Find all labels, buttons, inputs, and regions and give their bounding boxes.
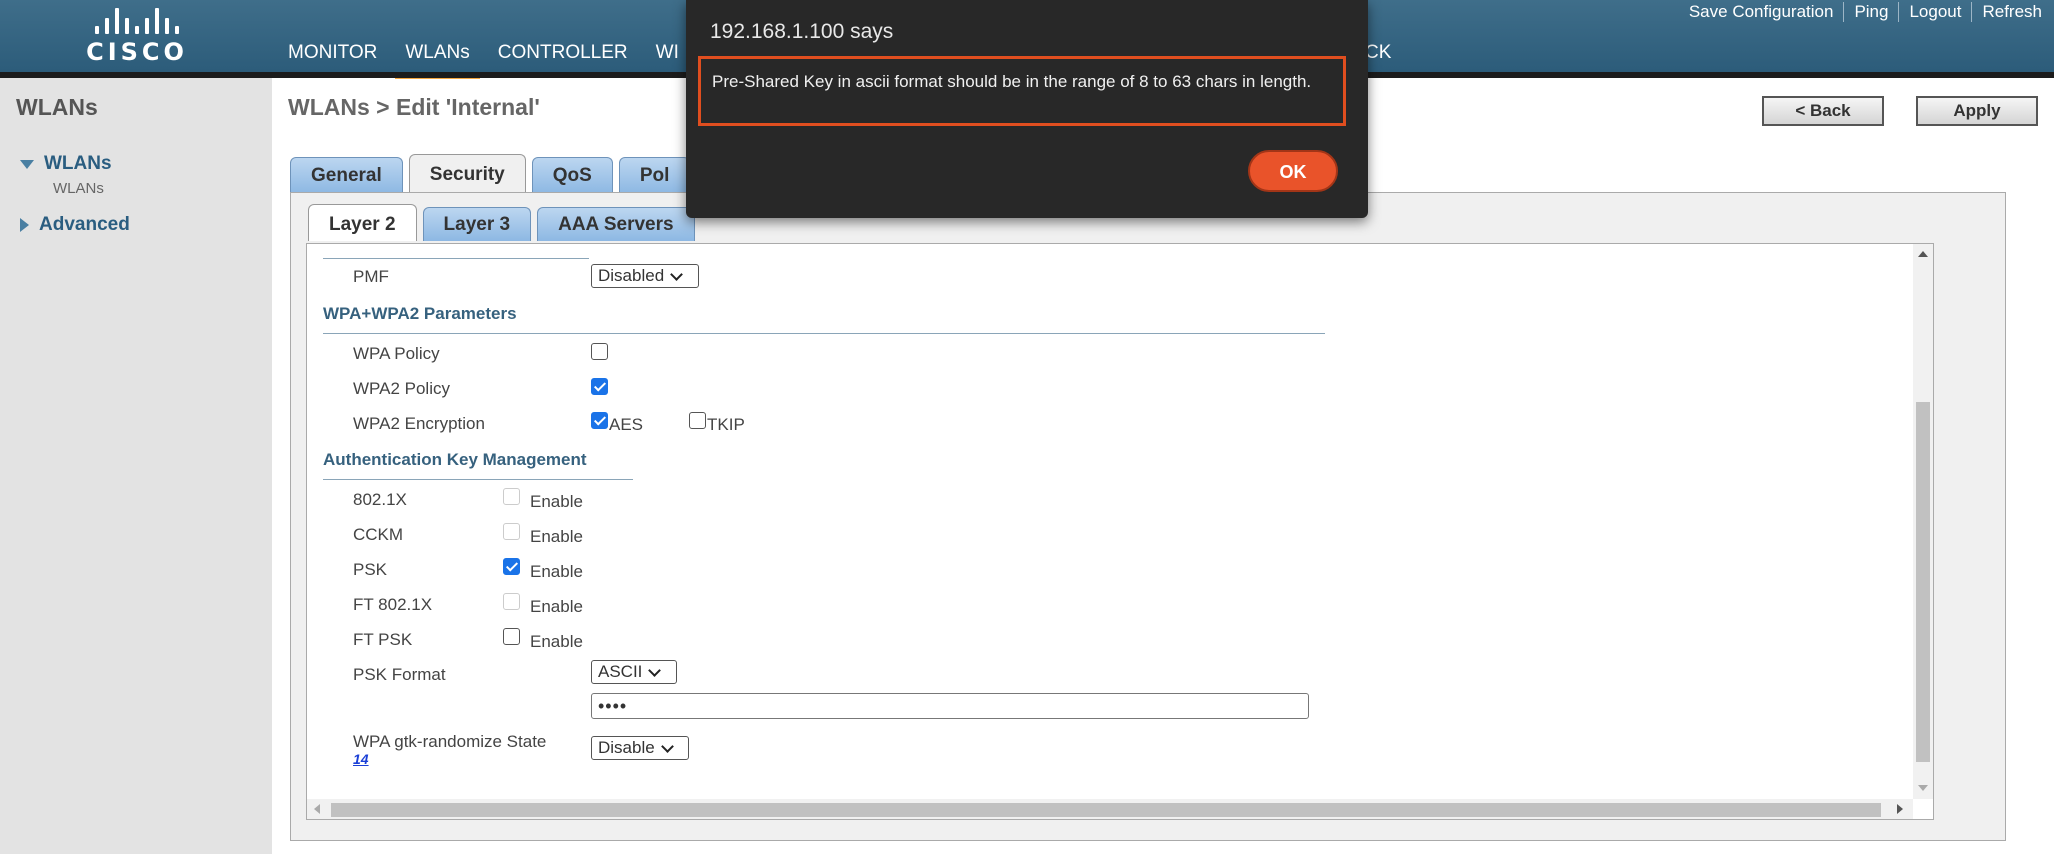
page-title: WLANs > Edit 'Internal' <box>288 94 540 120</box>
gtk-randomize-select[interactable]: Disable <box>591 736 689 760</box>
psk-format-label: PSK Format <box>353 665 446 684</box>
pmf-value: Disabled <box>598 266 665 285</box>
akm-cckm-enable: Enable <box>530 527 583 546</box>
akm-ft8021x-label: FT 802.1X <box>353 595 433 614</box>
logout-link[interactable]: Logout <box>1899 2 1973 22</box>
akm-8021x-checkbox[interactable] <box>503 488 520 505</box>
cisco-logo-bars-icon <box>82 8 192 34</box>
top-links: Save Configuration Ping Logout Refresh <box>1679 2 2042 22</box>
ping-link[interactable]: Ping <box>1844 2 1900 22</box>
vertical-scrollbar[interactable] <box>1913 244 1933 799</box>
alert-dialog: 192.168.1.100 says Pre-Shared Key in asc… <box>686 0 1368 218</box>
wpa-policy-label: WPA Policy <box>353 344 440 363</box>
tab-qos[interactable]: QoS <box>531 157 613 193</box>
tab-security[interactable]: Security <box>408 154 526 193</box>
sidebar-item-advanced[interactable]: Advanced <box>20 214 130 236</box>
brand-text: CISCO <box>86 38 188 66</box>
pmf-select[interactable]: Disabled <box>591 264 699 288</box>
aes-checkbox[interactable] <box>591 412 608 429</box>
akm-ft8021x-checkbox[interactable] <box>503 593 520 610</box>
divider <box>323 258 589 259</box>
gtk-randomize-value: Disable <box>598 738 655 757</box>
sidebar-title: WLANs <box>16 94 98 120</box>
sidebar: WLANs WLANs WLANs Advanced <box>0 78 272 854</box>
akm-psk-label: PSK <box>353 560 388 579</box>
akm-ftpsk-enable: Enable <box>530 632 583 651</box>
sidebar-item-label: Advanced <box>39 214 130 235</box>
sidebar-item-wlans[interactable]: WLANs <box>20 153 112 175</box>
akm-ftpsk-checkbox[interactable] <box>503 628 520 645</box>
chevron-down-icon <box>648 663 662 677</box>
security-subtabs: Layer 2 Layer 3 AAA Servers <box>308 204 695 241</box>
tab-aaa-servers[interactable]: AAA Servers <box>537 207 695 241</box>
aes-label: AES <box>609 415 644 434</box>
akm-section-title: Authentication Key Management <box>323 450 587 469</box>
akm-cckm-label: CCKM <box>353 525 404 544</box>
tkip-checkbox[interactable] <box>689 412 706 429</box>
akm-8021x-enable: Enable <box>530 492 583 511</box>
nav-wlans[interactable]: WLANs <box>395 42 481 79</box>
akm-cckm-checkbox[interactable] <box>503 523 520 540</box>
refresh-link[interactable]: Refresh <box>1972 2 2042 22</box>
psk-input[interactable]: •••• <box>591 693 1309 719</box>
akm-psk-checkbox[interactable] <box>503 558 520 575</box>
expanded-arrow-icon <box>20 159 34 169</box>
vertical-scroll-thumb[interactable] <box>1916 402 1930 762</box>
scroll-left-arrow-icon[interactable] <box>314 804 320 814</box>
tab-policy[interactable]: Pol <box>618 157 691 193</box>
collapsed-arrow-icon <box>20 218 29 232</box>
ok-button[interactable]: OK <box>1248 150 1338 192</box>
psk-format-select[interactable]: ASCII <box>591 660 677 684</box>
gtk-footnote-link[interactable]: 14 <box>353 751 369 767</box>
tab-layer3[interactable]: Layer 3 <box>422 207 532 241</box>
scroll-right-arrow-icon[interactable] <box>1897 804 1903 814</box>
chevron-down-icon <box>660 739 674 753</box>
back-button[interactable]: < Back <box>1762 96 1884 126</box>
main-nav: MONITOR WLANs CONTROLLER WI <box>288 42 707 79</box>
akm-8021x-label: 802.1X <box>353 490 407 509</box>
tkip-label: TKIP <box>707 415 745 434</box>
sidebar-subitem-wlans[interactable]: WLANs <box>53 180 104 197</box>
psk-format-value: ASCII <box>598 662 643 681</box>
gtk-randomize-label: WPA gtk-randomize State <box>353 732 547 751</box>
horizontal-scrollbar[interactable] <box>307 799 1913 819</box>
pmf-label: PMF <box>353 267 389 286</box>
chevron-down-icon <box>670 267 684 281</box>
sidebar-item-label: WLANs <box>44 153 112 174</box>
main-tabs: General Security QoS Pol <box>290 154 691 193</box>
horizontal-scroll-thumb[interactable] <box>331 803 1881 817</box>
save-configuration-link[interactable]: Save Configuration <box>1679 2 1845 22</box>
dialog-message: Pre-Shared Key in ascii format should be… <box>698 56 1346 126</box>
wpa2-policy-label: WPA2 Policy <box>353 379 450 398</box>
wpa-policy-checkbox[interactable] <box>591 343 608 360</box>
divider <box>323 333 1325 334</box>
divider <box>323 479 633 480</box>
akm-ft8021x-enable: Enable <box>530 597 583 616</box>
dialog-title: 192.168.1.100 says <box>710 20 894 43</box>
apply-button[interactable]: Apply <box>1916 96 2038 126</box>
wpa2-encryption-label: WPA2 Encryption <box>353 414 485 433</box>
tab-layer2[interactable]: Layer 2 <box>308 204 417 241</box>
nav-monitor[interactable]: MONITOR <box>288 42 377 64</box>
nav-feedback-partial[interactable]: CK <box>1365 42 1391 64</box>
nav-wireless[interactable]: WI <box>656 42 679 64</box>
scroll-down-arrow-icon[interactable] <box>1918 785 1928 791</box>
cisco-logo: CISCO <box>82 8 192 66</box>
layer2-content: PMF Disabled WPA+WPA2 Parameters WPA Pol… <box>306 243 1934 820</box>
akm-psk-enable: Enable <box>530 562 583 581</box>
wpa-section-title: WPA+WPA2 Parameters <box>323 304 517 323</box>
nav-controller[interactable]: CONTROLLER <box>498 42 628 64</box>
scroll-up-arrow-icon[interactable] <box>1918 251 1928 257</box>
akm-ftpsk-label: FT PSK <box>353 630 413 649</box>
wpa2-policy-checkbox[interactable] <box>591 378 608 395</box>
tab-general[interactable]: General <box>290 157 403 193</box>
